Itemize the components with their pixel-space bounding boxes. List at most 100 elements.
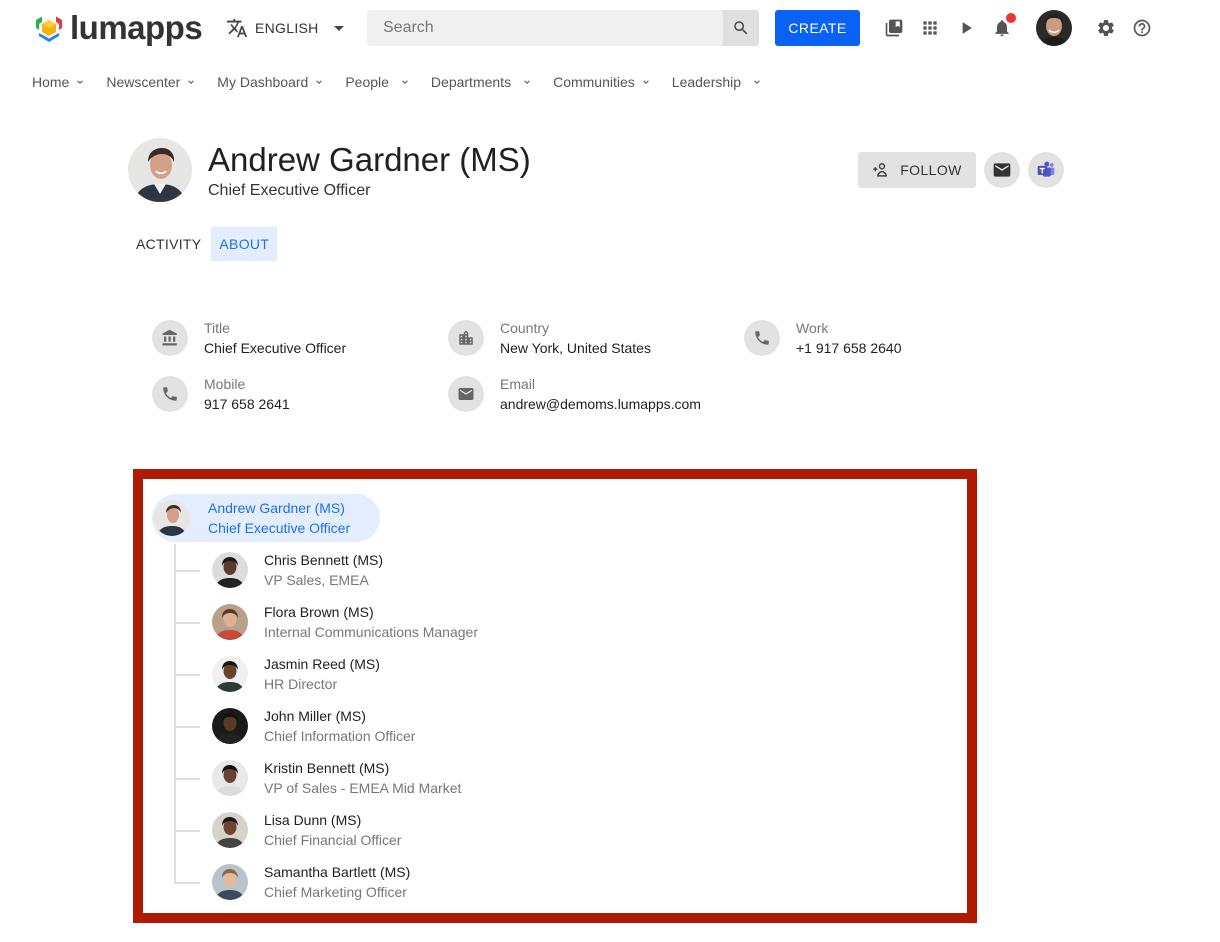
org-chart-report[interactable]: Kristin Bennett (MS) VP of Sales - EMEA M…	[212, 758, 461, 798]
field-label: Email	[500, 376, 536, 392]
top-bar: lumapps ENGLISH CREATE	[0, 0, 1220, 56]
tree-connector-horizontal	[174, 622, 200, 624]
chevron-down-icon	[524, 80, 530, 84]
notifications-button[interactable]	[990, 13, 1016, 40]
settings-button[interactable]	[1094, 16, 1118, 40]
org-chart-report[interactable]: Jasmin Reed (MS) HR Director	[212, 654, 380, 694]
bookmarks-button[interactable]	[882, 16, 906, 40]
nav-item-label: Departments	[430, 74, 512, 90]
play-button[interactable]	[954, 16, 978, 40]
nav-item-label: Home	[32, 74, 70, 90]
org-chart-root[interactable]: Andrew Gardner (MS) Chief Executive Offi…	[152, 494, 380, 542]
avatar-photo	[212, 604, 248, 640]
apps-grid-button[interactable]	[918, 16, 942, 40]
help-icon	[1133, 19, 1151, 37]
nav-item-label: Leadership	[671, 74, 742, 90]
chevron-down-icon	[316, 80, 323, 84]
search-icon	[734, 21, 748, 35]
org-chart-report[interactable]: John Miller (MS) Chief Information Office…	[212, 706, 415, 746]
email-icon	[458, 388, 474, 400]
tree-connector-horizontal	[174, 726, 200, 728]
nav-item-my-dashboard[interactable]: My Dashboard	[217, 74, 323, 90]
avatar-photo	[212, 656, 248, 692]
teams-chat-button[interactable]	[1028, 152, 1064, 188]
field-icon-wrap	[448, 320, 484, 356]
teams-icon	[1037, 161, 1055, 177]
tab-activity[interactable]: ACTIVITY	[128, 227, 209, 261]
field-value[interactable]: +1 917 658 2640	[796, 338, 902, 358]
report-name: Chris Bennett (MS)	[264, 552, 384, 568]
org-chart-report[interactable]: Lisa Dunn (MS) Chief Financial Officer	[212, 810, 401, 850]
report-name: Jasmin Reed (MS)	[264, 656, 380, 672]
field-mobile-phone: Mobile 917 658 2641	[152, 374, 290, 414]
avatar	[212, 604, 248, 640]
report-name: Lisa Dunn (MS)	[264, 812, 362, 828]
tree-connector-horizontal	[174, 830, 200, 832]
avatar-photo	[212, 552, 248, 588]
user-avatar-image	[1036, 10, 1072, 46]
avatar-photo	[212, 812, 248, 848]
phone-icon	[163, 387, 177, 401]
report-role: HR Director	[264, 676, 338, 692]
phone-icon	[755, 331, 769, 345]
avatar	[212, 864, 248, 900]
report-name: Flora Brown (MS)	[264, 604, 374, 620]
field-icon-wrap	[152, 376, 188, 412]
follow-label: FOLLOW	[900, 162, 962, 178]
nav-item-communities[interactable]: Communities	[553, 74, 650, 90]
field-icon-wrap	[448, 376, 484, 412]
field-value: New York, United States	[500, 340, 651, 356]
field-label: Mobile	[204, 376, 246, 392]
tab-about[interactable]: ABOUT	[211, 227, 278, 261]
nav-item-label: People	[345, 74, 389, 90]
apps-grid-icon	[923, 21, 937, 35]
profile-avatar	[128, 138, 192, 202]
chevron-down-icon	[188, 80, 195, 84]
report-role: Chief Marketing Officer	[264, 884, 407, 900]
person-add-icon	[873, 163, 888, 177]
org-chart-report[interactable]: Chris Bennett (MS) VP Sales, EMEA	[212, 550, 383, 590]
org-chart-report[interactable]: Flora Brown (MS) Internal Communications …	[212, 602, 478, 642]
field-icon-wrap	[152, 320, 188, 356]
chevron-down-icon	[642, 80, 649, 84]
avatar	[154, 500, 190, 536]
follow-button[interactable]: FOLLOW	[858, 152, 976, 188]
notification-badge	[1006, 13, 1016, 23]
field-work-phone: Work +1 917 658 2640	[744, 318, 902, 358]
nav-item-people[interactable]: People	[345, 74, 409, 90]
tree-connector-horizontal	[174, 882, 200, 884]
language-selector[interactable]: ENGLISH	[226, 16, 344, 40]
field-value[interactable]: andrew@demoms.lumapps.com	[500, 394, 701, 414]
org-chart-report[interactable]: Samantha Bartlett (MS) Chief Marketing Of…	[212, 862, 410, 902]
lumapps-logo-icon	[36, 16, 62, 42]
field-label: Work	[796, 320, 829, 336]
profile-tabs: ACTIVITY ABOUT	[128, 227, 279, 261]
city-icon	[459, 330, 473, 345]
chevron-down-icon	[754, 80, 760, 84]
chevron-down-icon	[77, 80, 84, 84]
nav-item-leadership[interactable]: Leadership	[672, 74, 761, 90]
field-title: Title Chief Executive Officer	[152, 318, 346, 358]
search-button[interactable]	[723, 10, 759, 46]
search-input[interactable]	[367, 10, 723, 46]
avatar-photo	[212, 864, 248, 900]
help-button[interactable]	[1130, 16, 1154, 40]
main-navigation: Home Newscenter My Dashboard People Depa…	[32, 72, 783, 92]
field-email: Email andrew@demoms.lumapps.com	[448, 374, 701, 414]
avatar	[212, 552, 248, 588]
create-button[interactable]: CREATE	[775, 10, 860, 46]
avatar	[212, 708, 248, 744]
search-bar	[367, 10, 759, 46]
language-label: ENGLISH	[255, 20, 319, 36]
nav-item-departments[interactable]: Departments	[431, 74, 531, 90]
send-email-button[interactable]	[984, 152, 1020, 188]
nav-item-newscenter[interactable]: Newscenter	[106, 74, 195, 90]
field-country: Country New York, United States	[448, 318, 651, 358]
field-label: Title	[204, 320, 230, 336]
lumapps-logo[interactable]: lumapps	[32, 11, 203, 45]
field-value[interactable]: 917 658 2641	[204, 394, 290, 414]
user-avatar[interactable]	[1036, 10, 1072, 46]
nav-item-home[interactable]: Home	[32, 74, 84, 90]
org-root-role: Chief Executive Officer	[208, 520, 351, 536]
email-icon	[993, 163, 1011, 177]
